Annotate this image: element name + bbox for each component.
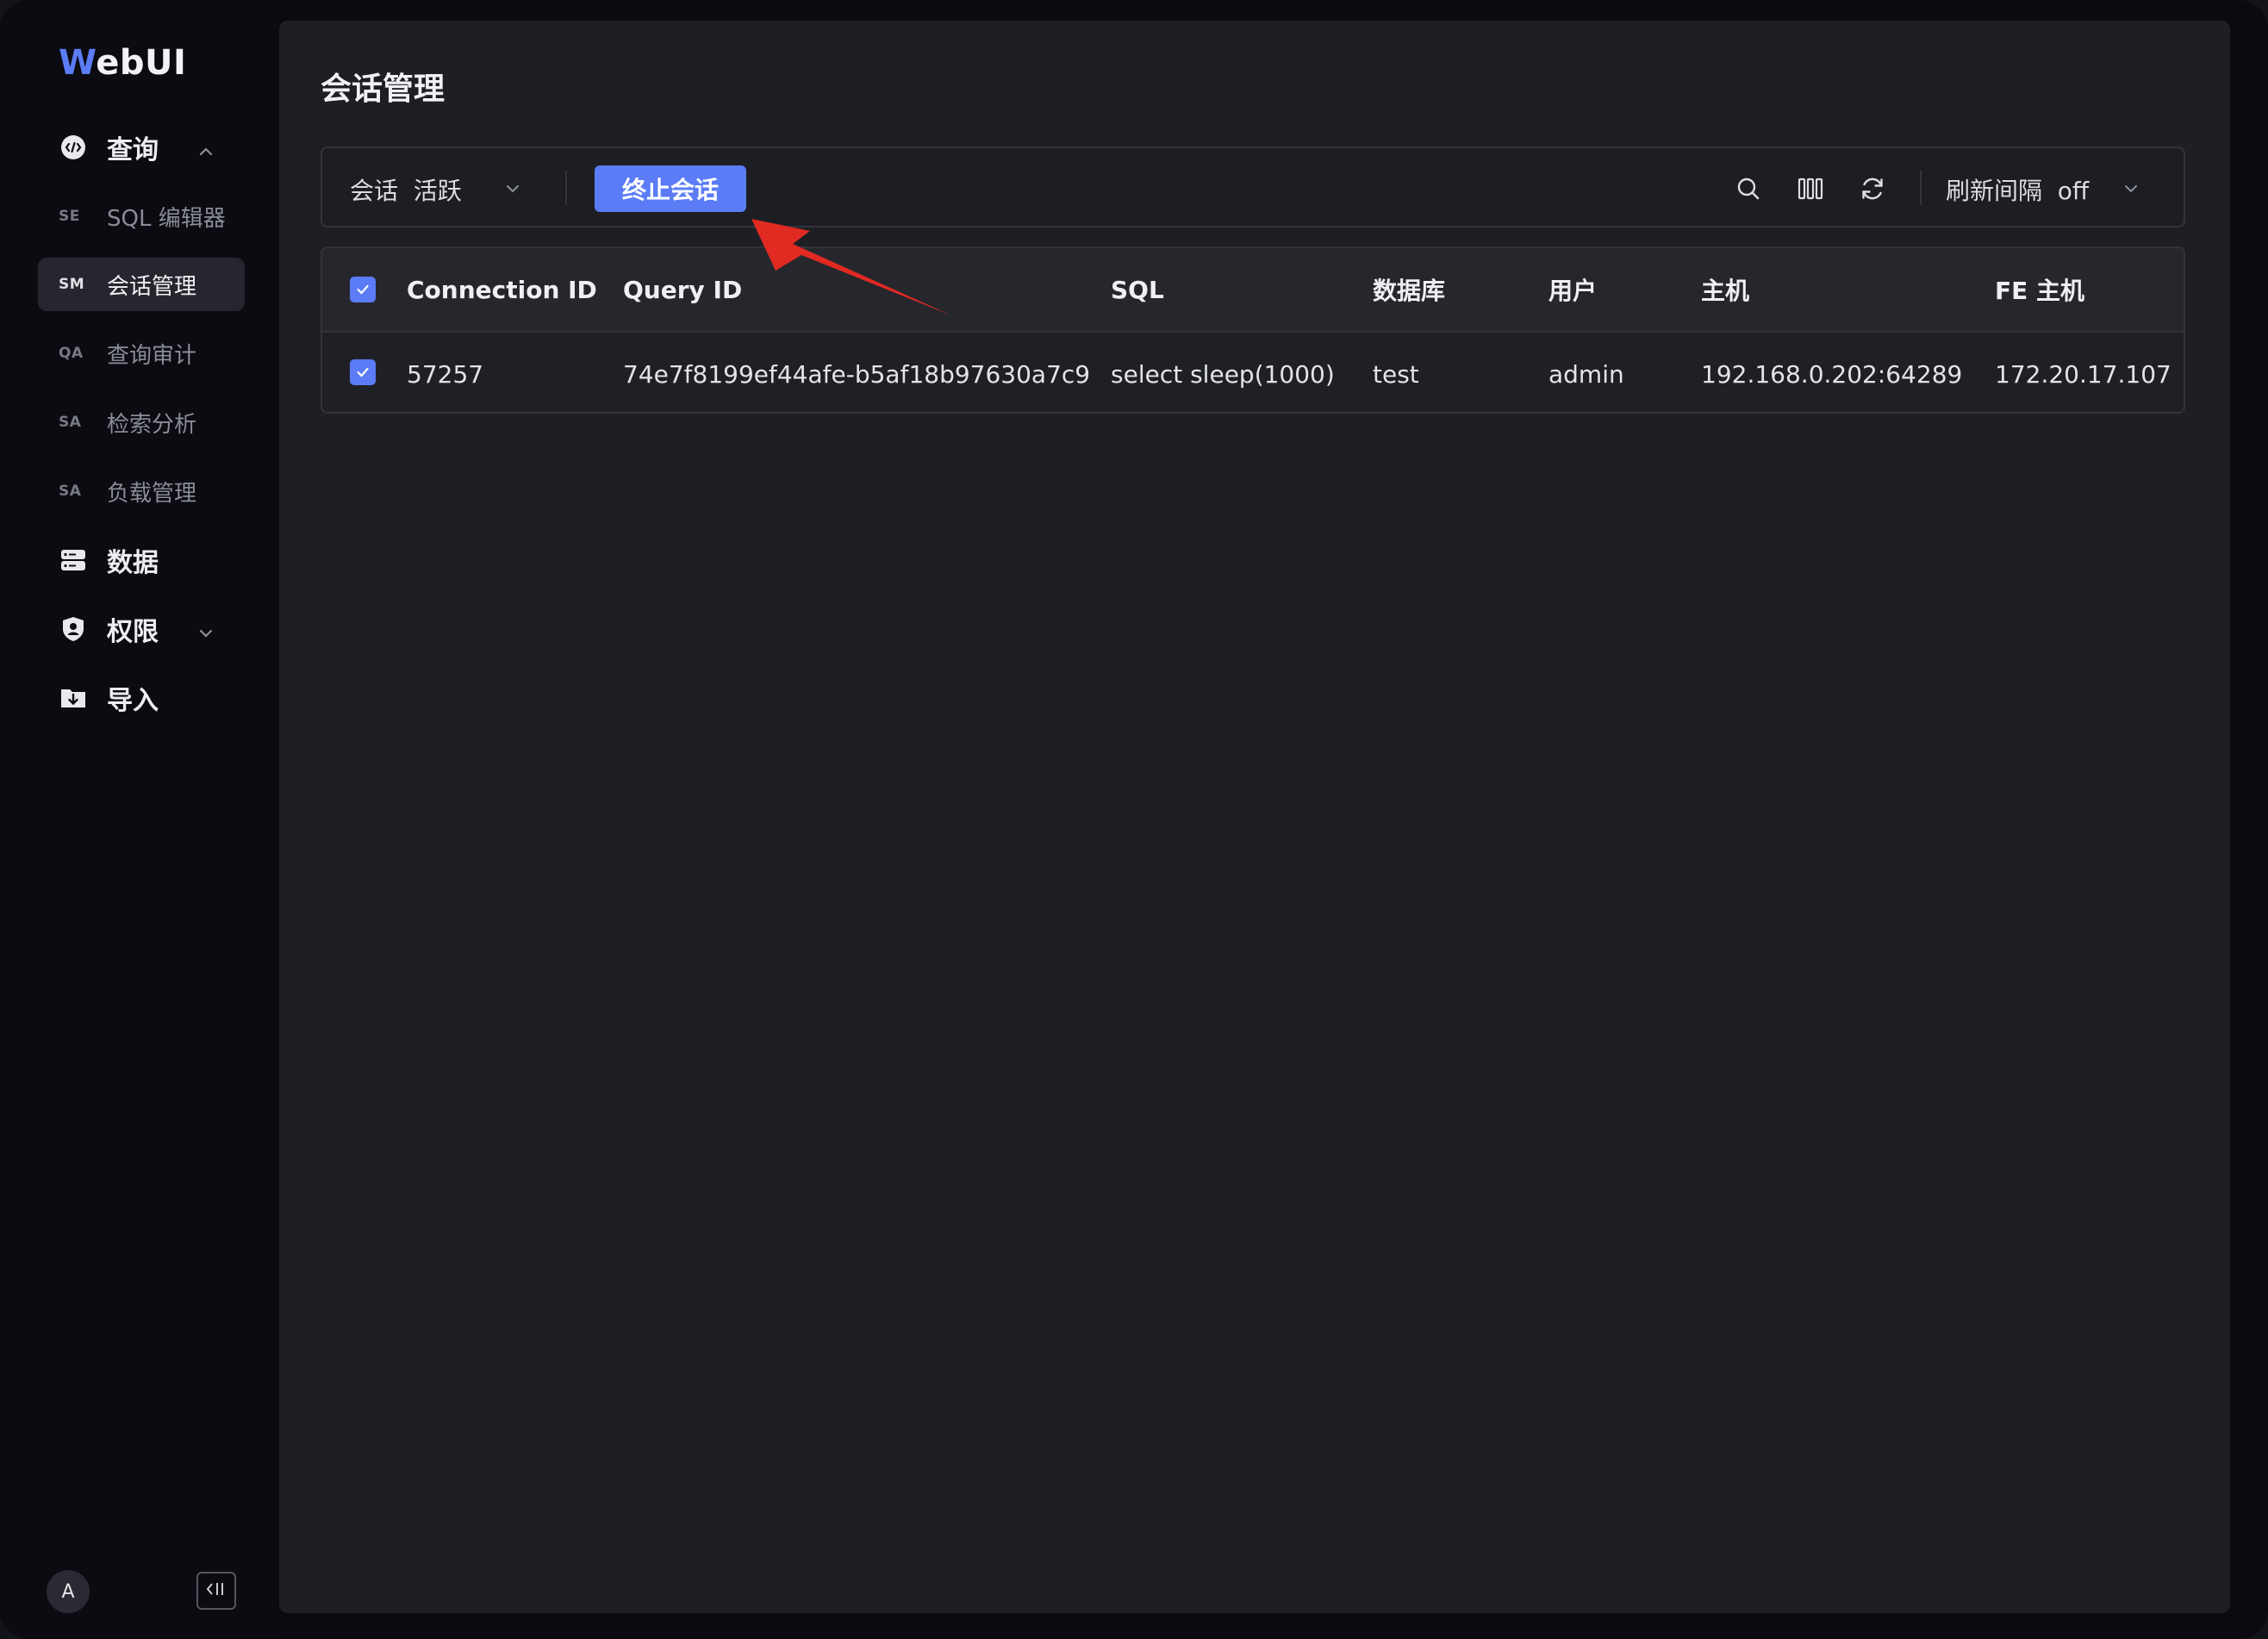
chevron-down-icon[interactable] — [503, 179, 522, 202]
cell-user: admin — [1548, 359, 1624, 389]
sidebar-item-label: 数据 — [107, 548, 159, 578]
nav-abbr: SE — [59, 208, 80, 225]
sidebar: WebUI 查询 SE SQL 编辑器 SM 会话管理 QA 查询审计 SA 检… — [0, 0, 276, 1639]
app-window: WebUI 查询 SE SQL 编辑器 SM 会话管理 QA 查询审计 SA 检… — [0, 0, 2268, 1639]
code-query-icon — [59, 133, 88, 162]
column-header[interactable]: 用户 — [1548, 248, 1597, 331]
toolbar-divider — [565, 171, 567, 205]
logo: WebUI — [59, 43, 187, 83]
nav-abbr: SA — [59, 414, 82, 431]
columns-icon[interactable] — [1796, 174, 1825, 203]
sessions-table: Connection ID Query ID SQL 数据库 用户 主机 FE … — [321, 246, 2185, 414]
chevron-up-icon — [196, 138, 215, 168]
nav-abbr: SM — [59, 276, 85, 293]
cell-database: test — [1373, 359, 1419, 389]
column-header[interactable]: 数据库 — [1373, 248, 1445, 331]
nav-abbr: SA — [59, 483, 82, 500]
sidebar-item-label: 负载管理 — [107, 480, 197, 507]
sidebar-item-sql-editor[interactable]: SE SQL 编辑器 — [38, 190, 245, 243]
sidebar-item-data[interactable]: 数据 — [38, 533, 245, 587]
cell-connection-id: 57257 — [407, 359, 484, 389]
refresh-interval-select[interactable]: 刷新间隔 off — [1946, 172, 2089, 207]
sidebar-item-label: 查询 — [107, 135, 159, 165]
toolbar: 会话 活跃 终止会话 刷新间隔 off — [321, 146, 2185, 227]
avatar[interactable]: A — [47, 1570, 90, 1613]
sidebar-item-label: 导入 — [107, 686, 159, 716]
sidebar-item-label: 检索分析 — [107, 411, 197, 438]
select-all-checkbox[interactable] — [350, 277, 376, 302]
sidebar-item-query-audit[interactable]: QA 查询审计 — [38, 327, 245, 380]
column-header[interactable]: Connection ID — [407, 248, 597, 331]
collapse-sidebar-button[interactable] — [196, 1572, 236, 1610]
chevron-down-icon — [196, 620, 215, 650]
column-header[interactable]: SQL — [1111, 248, 1164, 331]
search-icon[interactable] — [1734, 174, 1763, 203]
sidebar-item-label: 查询审计 — [107, 342, 197, 369]
sidebar-item-session-management[interactable]: SM 会话管理 — [38, 258, 245, 311]
sidebar-item-query[interactable]: 查询 — [38, 121, 245, 174]
session-filter-select[interactable]: 会话 活跃 — [350, 172, 462, 207]
page-title: 会话管理 — [321, 72, 446, 107]
cell-host: 192.168.0.202:64289 — [1701, 359, 1963, 389]
kill-session-button[interactable]: 终止会话 — [595, 165, 746, 212]
table-header: Connection ID Query ID SQL 数据库 用户 主机 FE … — [322, 248, 2184, 331]
nav-abbr: QA — [59, 345, 84, 362]
toolbar-divider — [1920, 171, 1922, 205]
sidebar-item-import[interactable]: 导入 — [38, 671, 245, 725]
shield-user-icon — [59, 614, 88, 644]
sidebar-item-search-analysis[interactable]: SA 检索分析 — [38, 396, 245, 449]
cell-query-id: 74e7f8199ef44afe-b5af18b97630a7c9 — [623, 359, 1091, 389]
table-row[interactable]: 57257 74e7f8199ef44afe-b5af18b97630a7c9 … — [322, 331, 2184, 412]
cell-sql: select sleep(1000) — [1111, 359, 1335, 389]
folder-download-icon — [59, 683, 88, 713]
collapse-sidebar-icon — [204, 1579, 228, 1604]
sidebar-item-label: SQL 编辑器 — [107, 205, 226, 232]
database-icon — [59, 545, 88, 575]
cell-fe-host: 172.20.17.107 — [1995, 359, 2171, 389]
column-header[interactable]: Query ID — [623, 248, 742, 331]
refresh-icon[interactable] — [1858, 174, 1887, 203]
sidebar-item-label: 权限 — [107, 617, 159, 647]
chevron-down-icon[interactable] — [2122, 179, 2140, 202]
sidebar-item-label: 会话管理 — [107, 273, 197, 300]
sidebar-item-workload-management[interactable]: SA 负载管理 — [38, 464, 245, 518]
column-header[interactable]: 主机 — [1701, 248, 1749, 331]
row-checkbox[interactable] — [350, 359, 376, 385]
main-content: 会话管理 会话 活跃 终止会话 刷新间隔 off Connection ID Q… — [279, 21, 2230, 1613]
sidebar-item-permissions[interactable]: 权限 — [38, 602, 245, 656]
column-header[interactable]: FE 主机 — [1995, 248, 2084, 331]
